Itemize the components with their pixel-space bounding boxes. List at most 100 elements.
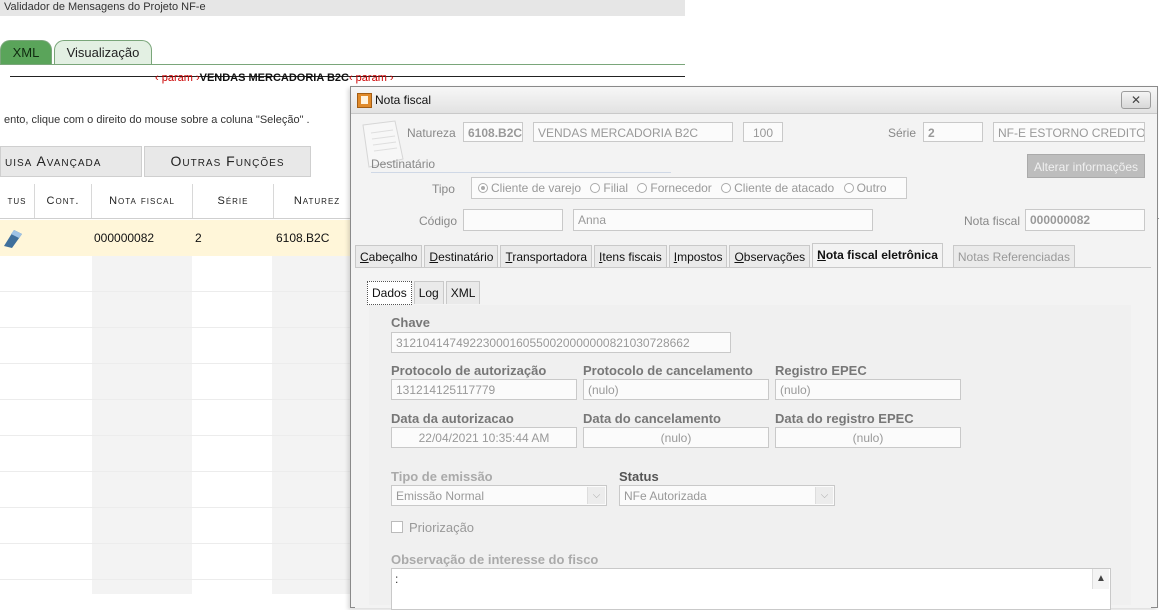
chevron-down-icon: ⌵ bbox=[815, 487, 833, 504]
app-titlebar: Validador de Mensagens do Projeto NF-e bbox=[0, 0, 685, 16]
tab-observacoes[interactable]: Observações bbox=[729, 245, 811, 268]
tipo-label: Tipo bbox=[432, 182, 455, 196]
tipo-emissao-label: Tipo de emissão bbox=[391, 469, 493, 484]
tab-transportadora[interactable]: Transportadora bbox=[500, 245, 593, 268]
observacao-fisco-value: : bbox=[395, 572, 399, 586]
grid-line bbox=[0, 435, 360, 436]
priorizacao-checkbox[interactable] bbox=[391, 521, 403, 533]
serie-field[interactable]: 2 bbox=[923, 122, 983, 142]
alterar-informacoes-button[interactable]: Alterar informações bbox=[1027, 154, 1145, 178]
other-functions-button[interactable]: Outras Funções bbox=[144, 146, 311, 177]
document-icon bbox=[357, 93, 372, 108]
data-registro-epec-field[interactable]: (nulo) bbox=[775, 427, 961, 448]
natureza-label: Natureza bbox=[407, 126, 456, 140]
radio-cliente-varejo[interactable]: Cliente de varejo bbox=[478, 181, 581, 195]
tab-notas-referenciadas[interactable]: Notas Referenciadas bbox=[952, 245, 1075, 268]
cliente-nome-field[interactable]: Anna bbox=[573, 209, 873, 231]
grid-line bbox=[0, 579, 360, 580]
app-title: Validador de Mensagens do Projeto NF-e bbox=[4, 1, 206, 13]
destinatario-label: Destinatário bbox=[371, 157, 436, 171]
scroll-up-button[interactable]: ▲ bbox=[1092, 569, 1109, 589]
data-autorizacao-label: Data da autorizacao bbox=[391, 411, 514, 426]
tipo-radio-group: Cliente de varejo Filial Fornecedor Clie… bbox=[471, 177, 907, 199]
subtab-log[interactable]: Log bbox=[413, 281, 444, 304]
data-registro-epec-label: Data do registro EPEC bbox=[775, 411, 914, 426]
col-natureza[interactable]: Naturez bbox=[274, 184, 360, 218]
invoice-status-icon bbox=[4, 230, 22, 248]
radio-filial[interactable]: Filial bbox=[590, 181, 628, 195]
close-button[interactable]: ✕ bbox=[1121, 91, 1151, 109]
table-row[interactable]: 000000082 2 6108.B2C bbox=[0, 220, 360, 256]
tab-visualizacao[interactable]: Visualização bbox=[54, 40, 152, 65]
advanced-search-button[interactable]: uisa Avançada bbox=[0, 146, 142, 177]
radio-dot bbox=[590, 183, 601, 193]
col-nota-fiscal[interactable]: Nota fiscal bbox=[92, 184, 193, 218]
dialog-titlebar[interactable]: Nota fiscal ✕ bbox=[351, 87, 1157, 114]
hint-text: ento, clique com o direito do mouse sobr… bbox=[4, 114, 310, 126]
serie-label: Série bbox=[888, 126, 917, 140]
radio-fornecedor[interactable]: Fornecedor bbox=[637, 181, 712, 195]
tipo-emissao-value: Emissão Normal bbox=[396, 489, 485, 503]
radio-dot bbox=[843, 183, 854, 193]
data-cancelamento-field[interactable]: (nulo) bbox=[583, 427, 769, 448]
observacao-fisco-textarea[interactable]: : bbox=[391, 568, 1111, 610]
data-cancelamento-label: Data do cancelamento bbox=[583, 411, 721, 426]
tab-itens-fiscais[interactable]: Itens fiscais bbox=[594, 245, 667, 268]
tab-destinatario[interactable]: Destinatário bbox=[424, 245, 499, 268]
natureza-number-field[interactable]: 100 bbox=[743, 122, 783, 142]
cell-nota-fiscal: 000000082 bbox=[94, 231, 155, 245]
tab-divider bbox=[0, 64, 685, 65]
subtab-xml[interactable]: XML bbox=[445, 281, 481, 304]
selected-nature-text: ‹ param ›VENDAS MERCADORIA B2C‹ param › bbox=[155, 72, 394, 84]
protocolo-autorizacao-label: Protocolo de autorização bbox=[391, 363, 547, 378]
radio-dot bbox=[478, 183, 488, 193]
col-cont[interactable]: Cont. bbox=[35, 184, 92, 218]
data-autorizacao-field[interactable]: 22/04/2021 10:35:44 AM bbox=[391, 427, 577, 448]
protocolo-cancelamento-field[interactable]: (nulo) bbox=[583, 379, 769, 400]
section-divider bbox=[371, 172, 671, 173]
tab-xml[interactable]: XML bbox=[0, 40, 52, 65]
natureza-desc-field[interactable]: VENDAS MERCADORIA B2C bbox=[533, 122, 733, 142]
serie-desc-field[interactable]: NF-E ESTORNO CREDITO ICM bbox=[993, 122, 1145, 142]
radio-dot bbox=[721, 183, 732, 193]
status-label: Status bbox=[619, 469, 659, 484]
grid-line bbox=[0, 543, 360, 544]
subtab-dados[interactable]: Dados bbox=[367, 281, 412, 305]
priorizacao-label: Priorização bbox=[409, 520, 475, 535]
dialog-title: Nota fiscal bbox=[375, 93, 432, 107]
registro-epec-label: Registro EPEC bbox=[775, 363, 867, 378]
registro-epec-field[interactable]: (nulo) bbox=[775, 379, 961, 400]
grid-line bbox=[0, 327, 360, 328]
tab-nota-fiscal-eletronica[interactable]: Nota fiscal eletrônica bbox=[812, 243, 943, 268]
protocolo-autorizacao-field[interactable]: 131214125117779 bbox=[391, 379, 577, 400]
status-select[interactable]: NFe Autorizada ⌵ bbox=[619, 485, 835, 506]
radio-dot bbox=[637, 183, 648, 193]
nota-fiscal-dialog: Nota fiscal ✕ Natureza 6108.B2C VENDAS M… bbox=[350, 86, 1158, 610]
tab-impostos[interactable]: Impostos bbox=[668, 245, 728, 268]
grid-line bbox=[0, 399, 360, 400]
main-tab-strip: Cabeçalho Destinatário Transportadora It… bbox=[355, 243, 1077, 268]
radio-outro[interactable]: Outro bbox=[843, 181, 887, 195]
chevron-down-icon: ⌵ bbox=[587, 487, 605, 504]
status-value: NFe Autorizada bbox=[624, 489, 707, 503]
chave-label: Chave bbox=[391, 315, 431, 330]
cell-serie: 2 bbox=[195, 231, 202, 245]
grid-header: tus Cont. Nota fiscal Série Naturez bbox=[0, 184, 360, 219]
codigo-field[interactable] bbox=[463, 209, 563, 231]
col-serie[interactable]: Série bbox=[193, 184, 274, 218]
grid-line bbox=[0, 507, 360, 508]
tipo-emissao-select[interactable]: Emissão Normal ⌵ bbox=[391, 485, 607, 506]
nota-fiscal-field[interactable]: 000000082 bbox=[1025, 209, 1145, 231]
cell-natureza: 6108.B2C bbox=[276, 231, 330, 245]
protocolo-cancelamento-label: Protocolo de cancelamento bbox=[583, 363, 753, 378]
grid-line bbox=[0, 471, 360, 472]
chave-field[interactable]: 3121041474922300016055002000000082103072… bbox=[391, 332, 731, 353]
radio-cliente-atacado[interactable]: Cliente de atacado bbox=[721, 181, 834, 195]
observacao-fisco-label: Observação de interesse do fisco bbox=[391, 552, 599, 567]
natureza-code-field[interactable]: 6108.B2C bbox=[463, 122, 523, 142]
grid-line bbox=[0, 291, 360, 292]
sub-tab-strip: Dados Log XML bbox=[367, 281, 482, 305]
tab-cabecalho[interactable]: Cabeçalho bbox=[355, 245, 423, 268]
col-status[interactable]: tus bbox=[0, 184, 35, 218]
nota-fiscal-label: Nota fiscal bbox=[964, 214, 1021, 228]
